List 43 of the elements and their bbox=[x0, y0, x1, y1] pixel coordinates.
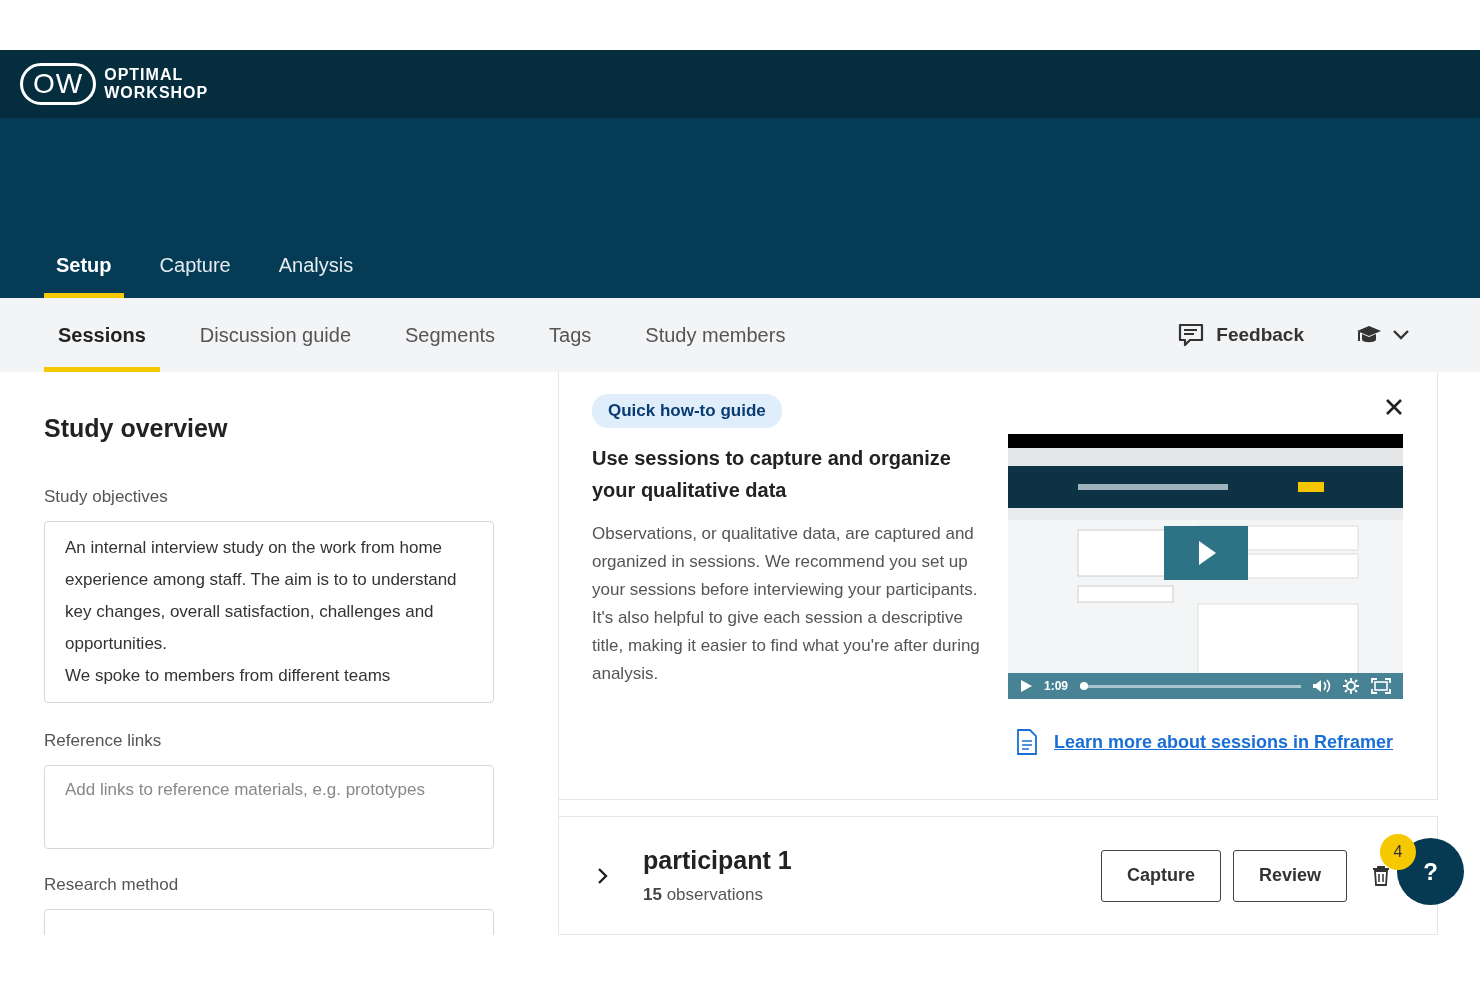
session-title: participant 1 bbox=[643, 846, 793, 876]
reference-links-field[interactable]: Add links to reference materials, e.g. prototypes bbox=[44, 765, 494, 849]
logo-mark[interactable]: OW bbox=[20, 63, 97, 105]
gear-icon[interactable] bbox=[1343, 678, 1359, 694]
sub-tab[interactable]: Study members bbox=[631, 303, 800, 372]
session-button[interactable]: Capture bbox=[1100, 849, 1221, 902]
feedback-button[interactable]: Feedback bbox=[1172, 298, 1310, 372]
objectives-field[interactable] bbox=[44, 521, 494, 703]
play-button[interactable] bbox=[1164, 526, 1248, 580]
guide-badge: Quick how-to guide bbox=[592, 394, 782, 428]
field-label: Research method bbox=[44, 875, 180, 895]
seek-bar[interactable] bbox=[1080, 684, 1301, 688]
sub-tab[interactable]: Tags bbox=[535, 303, 606, 372]
sub-tab[interactable]: Segments bbox=[391, 303, 510, 372]
sub-tab[interactable]: Sessions bbox=[44, 303, 160, 372]
objectives-text: An internal interview study on the work from home experience among staff. The aim is to to understand key changes, overall satisfaction, challenges and opportunities. bbox=[65, 537, 458, 655]
section-title: Study overview bbox=[44, 414, 229, 443]
logo-text: WORKSHOP bbox=[104, 84, 209, 102]
sub-tab[interactable]: Discussion guide bbox=[185, 303, 366, 372]
observation-count: 15 observations bbox=[643, 885, 765, 906]
guide-text: Observations, or qualitative data, are captured and organized in sessions. We recommend you set up your sessions before interviewing your participants. It's also helpful to give each session a descriptive title, making it easier to find what you're after during analysis. bbox=[592, 523, 981, 685]
session-button[interactable]: Review bbox=[1232, 849, 1347, 902]
close-icon bbox=[1385, 398, 1403, 416]
learn-more-link[interactable]: Learn more about sessions in Reframer bbox=[1054, 731, 1394, 753]
video-time: 1:09 bbox=[1044, 679, 1069, 693]
logo-text: OPTIMAL bbox=[104, 66, 185, 84]
main-tab[interactable]: Analysis bbox=[266, 254, 366, 298]
document-icon bbox=[1016, 729, 1038, 755]
graduation-cap-icon bbox=[1356, 325, 1382, 345]
fullscreen-icon[interactable] bbox=[1371, 678, 1391, 694]
field-label: Reference links bbox=[44, 731, 163, 751]
chevron-right-icon[interactable] bbox=[597, 866, 609, 885]
guide-heading: Use sessions to capture and organize your qualitative data bbox=[592, 446, 952, 503]
chevron-down-icon bbox=[1392, 329, 1410, 341]
field-label: Study objectives bbox=[44, 487, 169, 507]
play-icon[interactable] bbox=[1020, 680, 1032, 692]
close-button[interactable] bbox=[1385, 398, 1403, 416]
volume-icon[interactable] bbox=[1313, 679, 1331, 693]
trash-icon[interactable] bbox=[1373, 865, 1389, 886]
seek-thumb[interactable] bbox=[1080, 682, 1089, 690]
objectives-text: We spoke to members from different teams bbox=[65, 665, 392, 687]
main-tab[interactable]: Capture bbox=[147, 254, 243, 298]
chat-icon bbox=[1178, 323, 1205, 347]
